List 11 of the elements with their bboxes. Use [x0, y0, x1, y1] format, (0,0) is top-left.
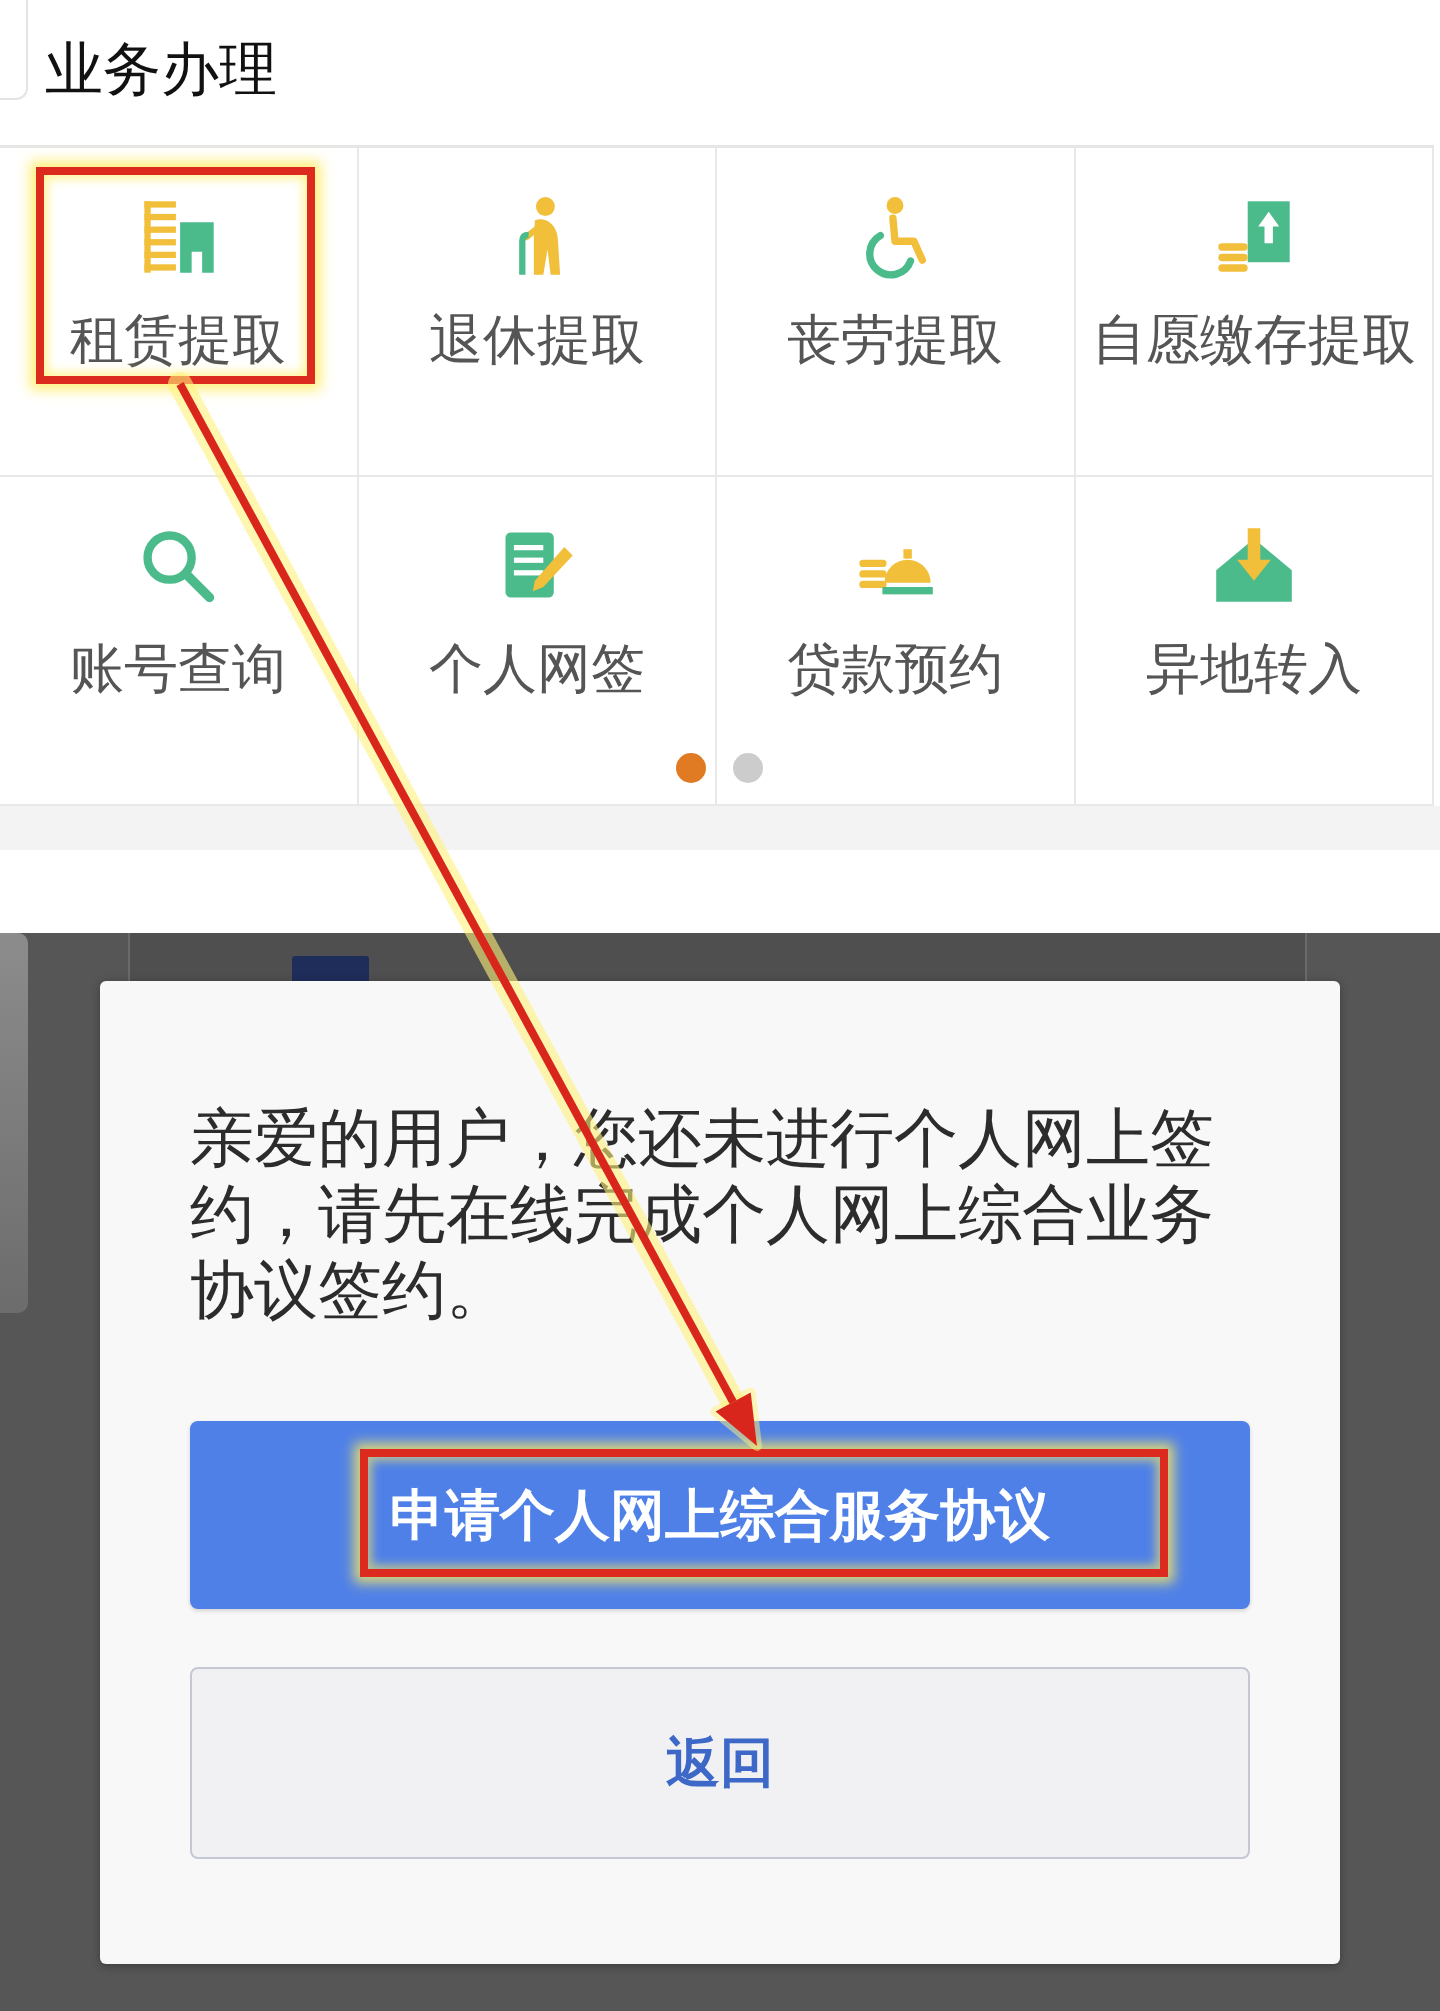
service-tile[interactable]: 账号查询 — [0, 477, 359, 806]
section-title: 业务办理 — [45, 38, 277, 100]
service-tile[interactable]: 异地转入 — [1075, 477, 1434, 806]
service-tile[interactable]: 贷款预约 — [717, 477, 1076, 806]
apply-button[interactable]: 申请个人网上综合服务协议 — [190, 1421, 1250, 1609]
service-tile[interactable]: 退休提取 — [358, 148, 717, 477]
back-button[interactable]: 返回 — [190, 1667, 1250, 1859]
service-tile[interactable]: 租赁提取 — [0, 148, 359, 477]
service-tile[interactable]: 自愿缴存提取 — [1075, 148, 1434, 477]
service-tile[interactable]: 个人网签 — [358, 477, 717, 806]
service-tile[interactable]: 丧劳提取 — [717, 148, 1076, 477]
